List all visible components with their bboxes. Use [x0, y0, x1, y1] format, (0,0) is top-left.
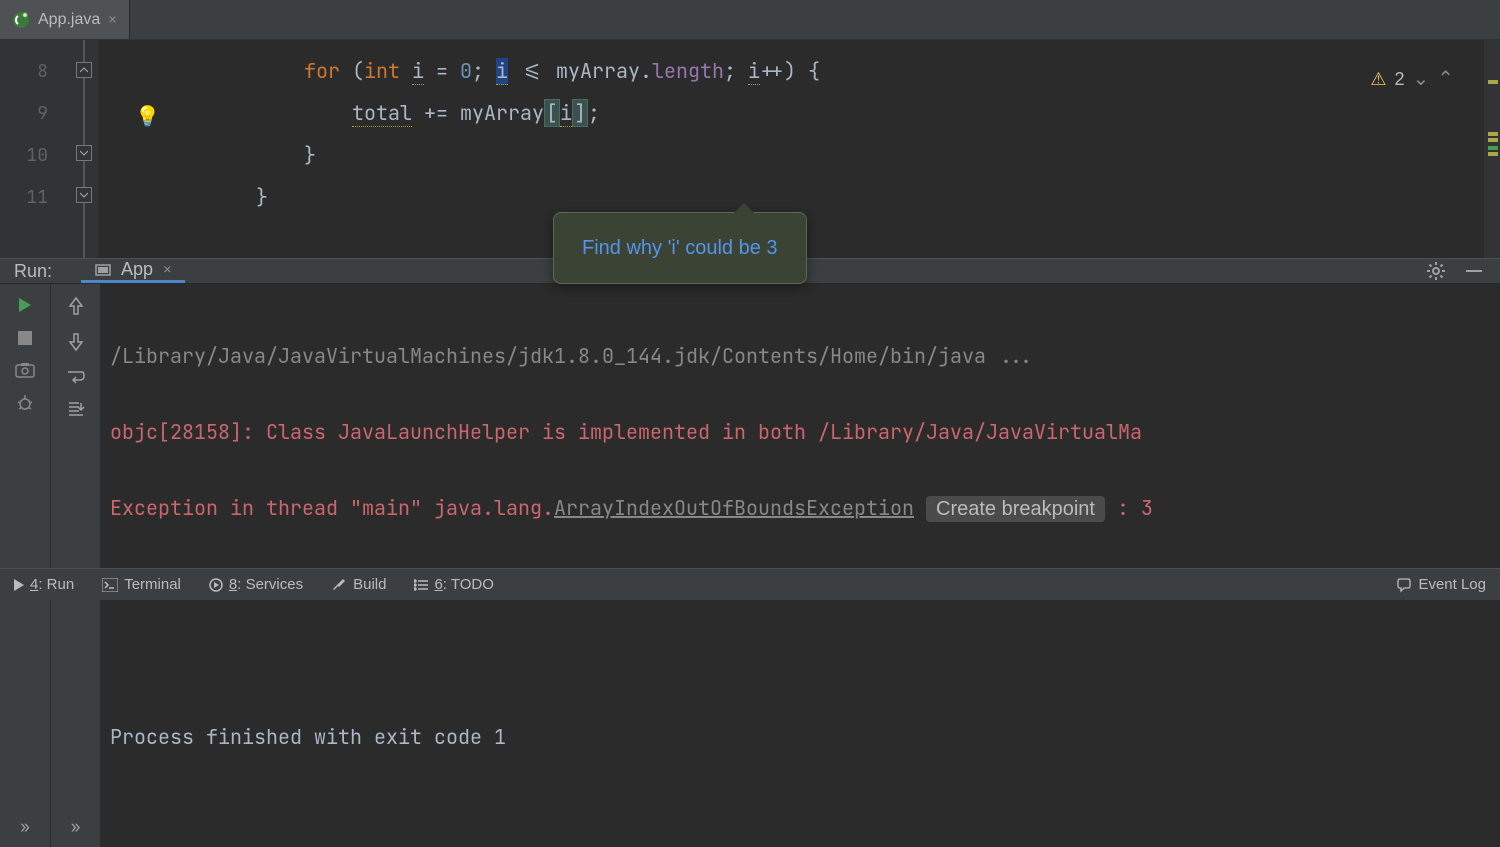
ok-stripe[interactable]: [1488, 146, 1498, 150]
up-arrow-icon[interactable]: [68, 296, 84, 316]
scroll-to-end-icon[interactable]: [67, 400, 85, 418]
fold-gutter[interactable]: [70, 40, 98, 258]
code-editor[interactable]: for (int i = 0; i <= myArray.length; i++…: [148, 40, 1484, 258]
more-icon[interactable]: »: [20, 816, 30, 837]
line-number[interactable]: 11: [0, 176, 70, 218]
status-event-log[interactable]: Event Log: [1382, 569, 1500, 600]
line-number[interactable]: 9: [0, 92, 70, 134]
error-stripe[interactable]: [1484, 40, 1500, 258]
bug-icon[interactable]: [16, 394, 34, 412]
warning-stripe[interactable]: [1488, 138, 1498, 142]
close-icon[interactable]: ✕: [163, 261, 171, 279]
file-tab-app-java[interactable]: App.java ✕: [0, 0, 130, 39]
services-icon: [209, 578, 223, 592]
run-config-tab[interactable]: App ✕: [81, 259, 185, 283]
fold-marker-icon[interactable]: [76, 62, 92, 78]
warning-stripe[interactable]: [1488, 152, 1498, 156]
warning-icon: ⚠: [1370, 58, 1386, 100]
status-todo[interactable]: 6: TODO: [400, 569, 507, 600]
exception-link[interactable]: ArrayIndexOutOfBoundsException: [554, 495, 914, 521]
event-log-icon: [1396, 577, 1412, 593]
status-build[interactable]: Build: [317, 569, 400, 600]
console-line: /Library/Java/JavaVirtualMachines/jdk1.8…: [110, 343, 1034, 369]
warning-stripe[interactable]: [1488, 132, 1498, 136]
warning-count: 2: [1394, 58, 1404, 100]
console-line: Exception in thread "main" java.lang.: [110, 495, 554, 521]
java-class-icon: [12, 11, 30, 29]
warning-stripe[interactable]: [1488, 80, 1498, 84]
code-line: }: [148, 176, 1484, 218]
line-number[interactable]: 10: [0, 134, 70, 176]
run-config-icon: [95, 262, 111, 278]
code-line: total += myArray[i];: [148, 92, 1484, 134]
list-icon: [414, 578, 428, 592]
file-tab-label: App.java: [38, 11, 100, 29]
terminal-icon: [102, 578, 118, 592]
hammer-icon: [331, 577, 347, 593]
inspection-tooltip[interactable]: Find why 'i' could be 3: [553, 212, 807, 284]
run-tool-window: Run: App ✕: [0, 258, 1500, 568]
run-toolbar-left: »: [0, 284, 50, 847]
console-line: Process finished with exit code 1: [110, 724, 506, 750]
chevron-up-icon[interactable]: ⌃: [1437, 58, 1454, 100]
fold-marker-icon[interactable]: [76, 187, 92, 203]
down-arrow-icon[interactable]: [68, 332, 84, 352]
line-number[interactable]: 8: [0, 50, 70, 92]
status-terminal[interactable]: Terminal: [88, 569, 195, 600]
more-icon[interactable]: »: [71, 816, 81, 837]
code-line: }: [148, 134, 1484, 176]
play-icon: [14, 579, 24, 591]
chevron-down-icon[interactable]: ⌄: [1412, 58, 1429, 100]
soft-wrap-icon[interactable]: [66, 368, 86, 384]
console-output[interactable]: /Library/Java/JavaVirtualMachines/jdk1.8…: [100, 284, 1500, 847]
gear-icon[interactable]: [1426, 261, 1446, 281]
status-services[interactable]: 8: Services: [195, 569, 317, 600]
run-panel-title: Run:: [0, 261, 66, 282]
close-icon[interactable]: ✕: [108, 11, 116, 29]
minimize-icon[interactable]: [1464, 261, 1484, 281]
editor-area: 8 9 10 11 💡 for (int i = 0; i <= myArray…: [0, 40, 1500, 258]
stop-icon[interactable]: [17, 330, 33, 346]
console-line: objc[28158]: Class JavaLaunchHelper is i…: [110, 419, 1142, 445]
line-number-gutter[interactable]: 8 9 10 11: [0, 40, 70, 258]
run-toolbar-right: »: [50, 284, 100, 847]
code-line: for (int i = 0; i <= myArray.length; i++…: [148, 50, 1484, 92]
inspection-indicator[interactable]: ⚠ 2 ⌄ ⌃: [1370, 58, 1454, 100]
run-tab-label: App: [121, 259, 153, 280]
fold-marker-icon[interactable]: [76, 145, 92, 161]
rerun-icon[interactable]: [16, 296, 34, 314]
camera-icon[interactable]: [15, 362, 35, 378]
editor-tab-bar: App.java ✕: [0, 0, 1500, 40]
status-run[interactable]: 4: Run: [0, 569, 88, 600]
create-breakpoint-button[interactable]: Create breakpoint: [926, 496, 1105, 522]
status-bar: 4: Run Terminal 8: Services Build 6: TOD…: [0, 568, 1500, 600]
